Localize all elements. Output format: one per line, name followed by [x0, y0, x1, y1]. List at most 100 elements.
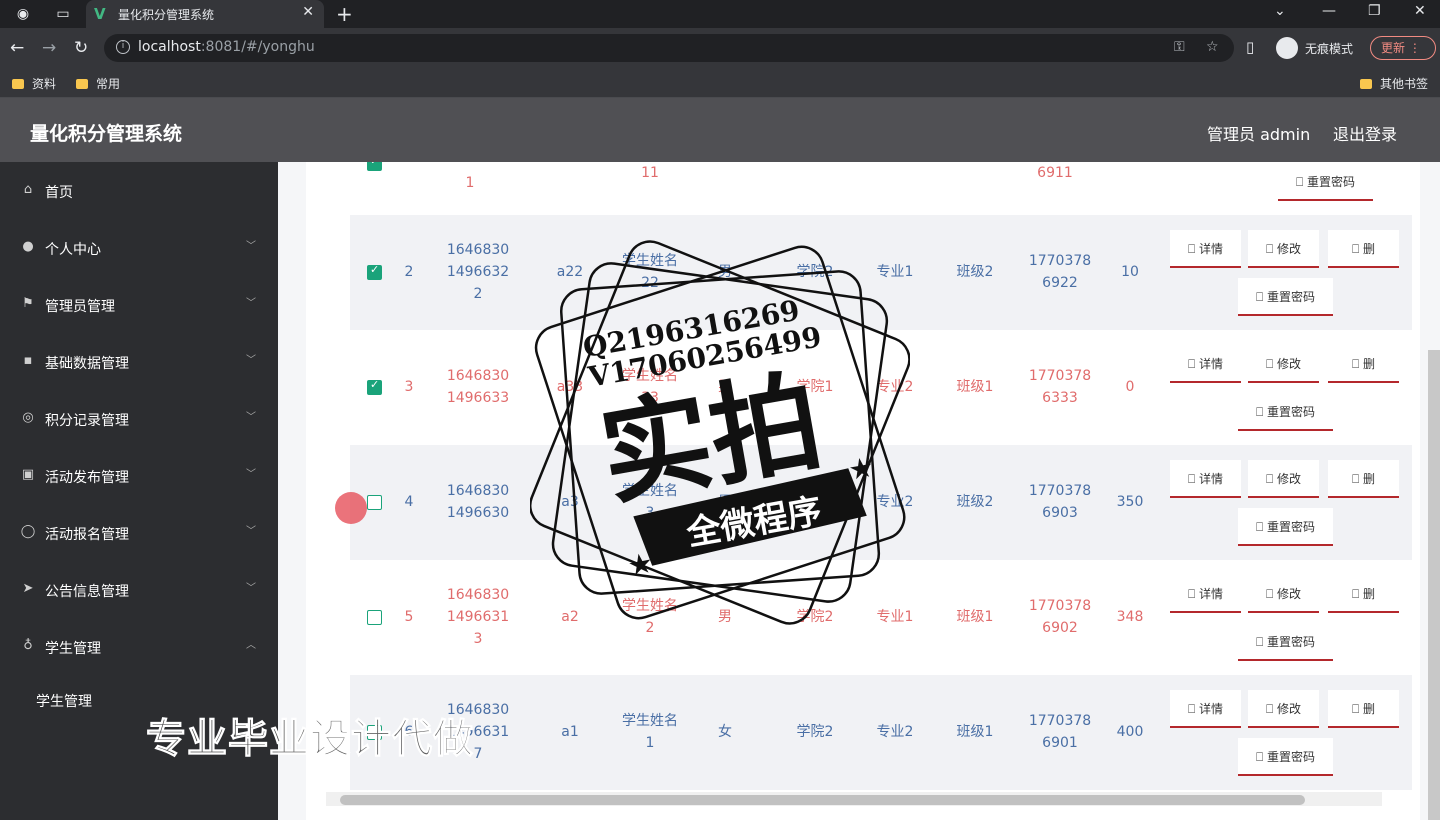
sidebar-item-label: 积分记录管理: [45, 413, 129, 429]
major-cell: 专业2: [876, 724, 914, 740]
reset-password-button[interactable]: ⎕ 重置密码: [1238, 738, 1333, 776]
minimize-icon[interactable]: —: [1322, 3, 1336, 19]
sidebar-item-points[interactable]: ◎ 积分记录管理 ﹀: [0, 390, 278, 447]
close-window-icon[interactable]: ✕: [1414, 3, 1426, 19]
row-checkbox[interactable]: [367, 610, 382, 625]
close-tab-icon[interactable]: ✕: [302, 4, 314, 20]
class-cell: 班级2: [956, 264, 994, 280]
forward-icon[interactable]: →: [42, 38, 56, 58]
horizontal-scroll-thumb[interactable]: [340, 795, 1305, 805]
watermark-text: 专业毕业设计代做: [146, 716, 474, 763]
class-cell: 班级2: [956, 494, 994, 510]
document-icon: ▣: [21, 467, 35, 482]
row-checkbox[interactable]: [367, 263, 382, 280]
sidebar-subitem-students[interactable]: 学生管理: [36, 691, 92, 711]
info-icon[interactable]: i: [116, 40, 130, 54]
folder-icon: [12, 79, 24, 89]
sidebar-item-label: 活动报名管理: [45, 527, 129, 543]
sidebar-item-signups[interactable]: ◯ 活动报名管理 ﹀: [0, 504, 278, 561]
college-cell: 学院2: [796, 724, 834, 740]
sidebar-toggle-icon[interactable]: ▯: [1246, 38, 1254, 56]
phone-line: 6903: [1042, 505, 1078, 521]
account-line: 2: [473, 286, 483, 302]
browser-tab-bar: ◉ ▭ V 量化积分管理系统 ✕ + ⌄ — ❐ ✕: [0, 0, 1440, 28]
name-line: 1: [645, 735, 655, 751]
delete-button[interactable]: ⎕ 删: [1328, 575, 1399, 613]
logout-button[interactable]: 退出登录: [1333, 121, 1397, 145]
delete-button[interactable]: ⎕ 删: [1328, 230, 1399, 268]
delete-button[interactable]: ⎕ 删: [1328, 690, 1399, 728]
bookmark-folder[interactable]: 资料: [12, 75, 56, 92]
class-cell: 班级1: [956, 724, 994, 740]
reset-password-button[interactable]: ⎕ 重置密码: [1238, 508, 1333, 546]
bookmarks-bar: 资料 常用 其他书签: [0, 68, 1440, 98]
detail-button[interactable]: ⎕ 详情: [1170, 690, 1241, 728]
reset-password-button[interactable]: ⎕ 重置密码: [1238, 393, 1333, 431]
compass-icon: ◎: [22, 410, 34, 425]
reset-password-button[interactable]: ⎕ 重置密码: [1238, 278, 1333, 316]
maximize-icon[interactable]: ❐: [1368, 3, 1381, 19]
sidebar-item-admins[interactable]: ⚑ 管理员管理 ﹀: [0, 276, 278, 333]
detail-button[interactable]: ⎕ 详情: [1170, 345, 1241, 383]
points-cell: 10: [1121, 264, 1139, 280]
edit-button[interactable]: ⎕ 修改: [1248, 460, 1319, 498]
account-line: 1646830: [446, 368, 510, 384]
phone-line: 6922: [1042, 275, 1078, 291]
sidebar-item-students[interactable]: ♁ 学生管理 ︿: [0, 618, 278, 675]
detail-button[interactable]: ⎕ 详情: [1170, 575, 1241, 613]
edit-button[interactable]: ⎕ 修改: [1248, 690, 1319, 728]
detail-button[interactable]: ⎕ 详情: [1170, 460, 1241, 498]
class-cell: 班级1: [956, 379, 994, 395]
delete-button[interactable]: ⎕ 删: [1328, 345, 1399, 383]
sidebar-item-activities[interactable]: ▣ 活动发布管理 ﹀: [0, 447, 278, 504]
row-checkbox[interactable]: [367, 162, 382, 171]
sidebar-item-label: 管理员管理: [45, 299, 115, 315]
send-icon: ➤: [22, 581, 34, 596]
key-icon[interactable]: ⚿: [1174, 39, 1185, 55]
other-bookmarks[interactable]: 其他书签: [1360, 75, 1428, 92]
browser-tab[interactable]: V 量化积分管理系统 ✕: [86, 0, 324, 28]
phone-line: 1770378: [1028, 713, 1092, 729]
reload-icon[interactable]: ↻: [74, 38, 88, 58]
phone-line: 1770378: [1028, 368, 1092, 384]
url-input[interactable]: i localhost:8081/#/yonghu ⚿ ☆: [104, 34, 1234, 62]
globe-icon[interactable]: ◉: [14, 5, 32, 23]
bookmark-folder[interactable]: 常用: [76, 75, 120, 92]
reset-password-button[interactable]: ⎕ 重置密码: [1278, 163, 1373, 201]
phone-line: 6901: [1042, 735, 1078, 751]
delete-button[interactable]: ⎕ 删: [1328, 460, 1399, 498]
edit-button[interactable]: ⎕ 修改: [1248, 230, 1319, 268]
sidebar-item-label: 首页: [45, 185, 73, 201]
window-icon[interactable]: ▭: [54, 5, 72, 23]
tab-search-icon[interactable]: ⌄: [1274, 3, 1286, 19]
edit-button[interactable]: ⎕ 修改: [1248, 575, 1319, 613]
sidebar-item-profile[interactable]: ● 个人中心 ﹀: [0, 219, 278, 276]
chevron-down-icon: ﹀: [246, 526, 256, 537]
sidebar-item-home[interactable]: ⌂ 首页: [0, 162, 278, 219]
row-checkbox[interactable]: [367, 378, 382, 395]
app-header: 量化积分管理系统 管理员 admin 退出登录: [0, 98, 1440, 162]
sidebar-item-notices[interactable]: ➤ 公告信息管理 ﹀: [0, 561, 278, 618]
phone-line: 1770378: [1028, 483, 1092, 499]
edit-button[interactable]: ⎕ 修改: [1248, 345, 1319, 383]
row-checkbox[interactable]: [367, 495, 382, 510]
star-icon[interactable]: ☆: [1206, 39, 1219, 55]
reset-password-button[interactable]: ⎕ 重置密码: [1238, 623, 1333, 661]
update-button[interactable]: 更新 ⋮: [1370, 36, 1436, 60]
account-line: 1496632: [446, 264, 510, 280]
idx-cell: 4: [404, 494, 414, 510]
new-tab-icon[interactable]: +: [336, 2, 353, 26]
user-icon: ●: [22, 239, 34, 254]
incognito-icon[interactable]: [1276, 37, 1298, 59]
chevron-down-icon: ﹀: [246, 469, 256, 480]
back-icon[interactable]: ←: [10, 38, 24, 58]
detail-button[interactable]: ⎕ 详情: [1170, 230, 1241, 268]
user-cell: a1: [561, 724, 579, 740]
incognito-label: 无痕模式: [1305, 42, 1354, 56]
mic-icon: ♁: [23, 638, 33, 653]
chat-icon: ▪: [23, 353, 33, 368]
sidebar-item-basic-data[interactable]: ▪ 基础数据管理 ﹀: [0, 333, 278, 390]
chevron-down-icon: ﹀: [246, 298, 256, 309]
vertical-scrollbar[interactable]: [1428, 350, 1440, 820]
circle-icon: ◯: [20, 524, 36, 539]
